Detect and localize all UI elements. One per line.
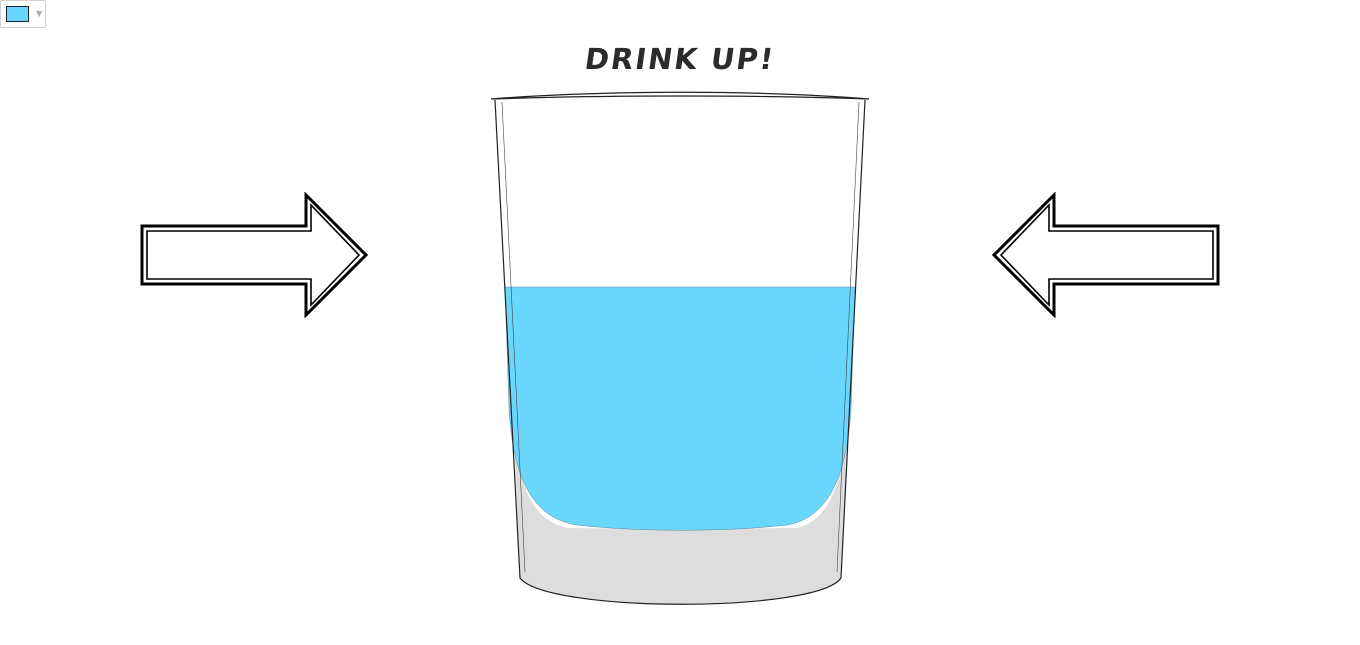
left-arrow-icon	[991, 191, 1220, 319]
water-fill	[504, 286, 856, 531]
right-arrow-button[interactable]	[138, 191, 370, 322]
color-swatch	[6, 6, 29, 22]
water-glass	[487, 88, 873, 622]
glass-rim	[490, 91, 870, 100]
page-title: DRINK UP!	[582, 42, 778, 76]
dropdown-caret-icon: ▼	[36, 9, 43, 18]
color-picker-button[interactable]: ▼	[0, 0, 46, 28]
right-arrow-icon	[140, 191, 369, 319]
left-arrow-button[interactable]	[990, 191, 1222, 322]
